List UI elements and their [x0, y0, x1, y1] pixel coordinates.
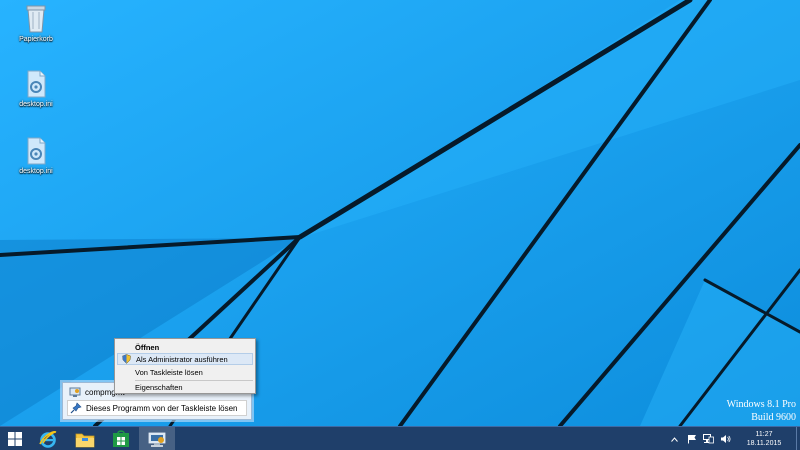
menu-item-properties[interactable]: Eigenschaften — [117, 381, 253, 393]
desktop-icon-desktop-ini-2[interactable]: desktop.ini — [1, 137, 71, 175]
show-hidden-icons-icon[interactable] — [669, 434, 680, 445]
clock-time: 11:27 — [755, 431, 773, 438]
desktop-icon-desktop-ini[interactable]: desktop.ini — [1, 70, 71, 108]
taskbar: 11:27 18.11.2015 — [0, 426, 800, 450]
start-button[interactable] — [0, 427, 30, 450]
flag-icon[interactable] — [686, 434, 697, 445]
taskbar-store[interactable] — [103, 427, 139, 450]
clock[interactable]: 11:27 18.11.2015 — [734, 430, 794, 448]
taskbar-internet-explorer[interactable] — [30, 427, 66, 450]
menu-item-label: Als Administrator ausführen — [136, 354, 228, 364]
settings-file-icon — [27, 137, 46, 165]
taskbar-computer-management[interactable] — [139, 427, 175, 450]
desktop-icon-label: desktop.ini — [19, 101, 53, 108]
start-icon — [8, 432, 22, 446]
taskbar-file-explorer[interactable] — [67, 427, 103, 450]
desktop-icon-label: desktop.ini — [19, 168, 53, 175]
watermark-build: Build 9600 — [751, 412, 796, 423]
context-menu: Öffnen Als Administrator ausführen Von T… — [114, 338, 256, 394]
uac-shield-icon — [122, 354, 131, 364]
jumplist-unpin-label: Dieses Programm von der Taskleiste lösen — [86, 403, 238, 413]
jumplist-unpin-item[interactable]: Dieses Programm von der Taskleiste lösen — [67, 400, 247, 416]
store-icon — [113, 430, 129, 447]
desktop-icon-label: Papierkorb — [19, 36, 53, 43]
unpin-icon — [70, 402, 82, 414]
windows-version-watermark: Windows 8.1 Pro Build 9600 — [727, 399, 796, 423]
menu-item-open[interactable]: Öffnen — [117, 341, 253, 353]
computer-management-icon — [69, 387, 81, 397]
settings-file-icon — [27, 70, 46, 98]
internet-explorer-icon — [39, 431, 57, 448]
watermark-edition: Windows 8.1 Pro — [726, 399, 796, 410]
system-tray: 11:27 18.11.2015 — [666, 427, 800, 450]
clock-date: 18.11.2015 — [746, 440, 782, 447]
network-icon[interactable] — [703, 434, 714, 445]
recycle-bin-icon — [26, 5, 46, 33]
desktop[interactable]: Papierkorb desktop.ini desktop.ini Windo… — [0, 0, 800, 426]
computer-management-icon — [148, 432, 166, 447]
show-desktop-button[interactable] — [796, 427, 800, 450]
menu-item-unpin-taskbar[interactable]: Von Taskleiste lösen — [117, 366, 253, 378]
volume-icon[interactable] — [720, 434, 731, 445]
file-explorer-icon — [75, 433, 95, 448]
menu-item-run-as-admin[interactable]: Als Administrator ausführen — [117, 353, 253, 365]
desktop-icon-recycle-bin[interactable]: Papierkorb — [1, 3, 71, 43]
